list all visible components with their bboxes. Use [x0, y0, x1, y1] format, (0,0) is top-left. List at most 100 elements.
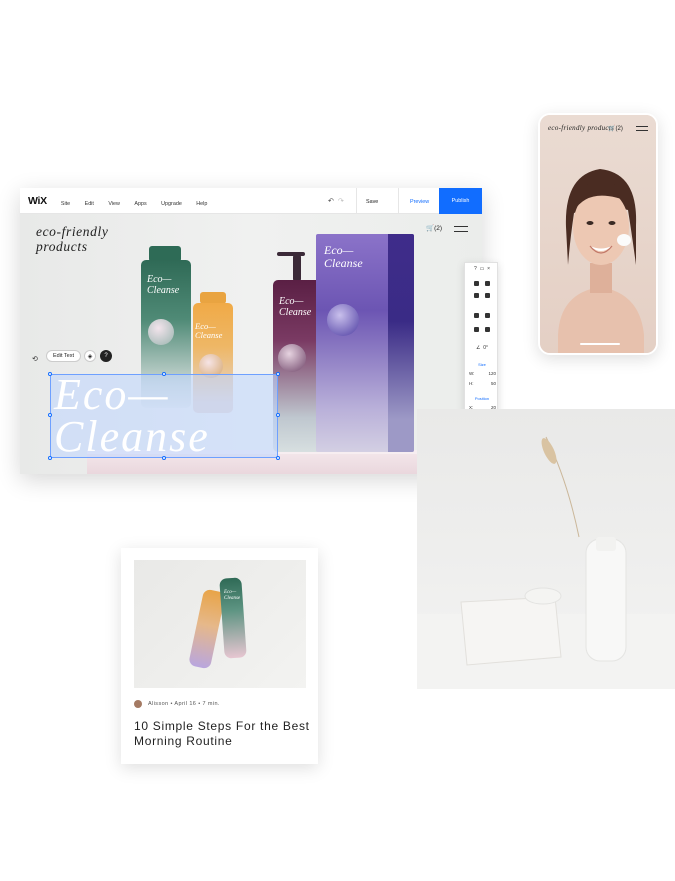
label-line2: Cleanse	[147, 285, 180, 296]
close-icon[interactable]: ×	[487, 266, 490, 272]
vase-illustration	[417, 436, 675, 689]
position-label: Position	[474, 396, 490, 401]
publish-label: Publish	[451, 198, 470, 204]
label-line1: Eco—	[147, 274, 172, 285]
distribute-icon[interactable]	[485, 327, 490, 332]
publish-button[interactable]: Publish	[439, 188, 482, 214]
purple-bottle-label: Eco— Cleanse	[279, 296, 311, 318]
inspector-panel: ? ▭ × ∠ 0° Size W: 120 H: 50 Position X: 20…	[464, 262, 498, 427]
arrange-icon[interactable]	[474, 313, 479, 318]
width-label: W:	[469, 371, 475, 376]
box-orb	[327, 304, 359, 336]
menu-upgrade[interactable]: Upgrade	[161, 201, 182, 207]
site-title[interactable]: eco-friendly products	[36, 224, 156, 254]
help-icon[interactable]: ?	[474, 266, 477, 272]
delete-icon[interactable]	[485, 293, 490, 298]
box-label: Eco— Cleanse	[324, 244, 363, 270]
inspector-tools-row-4	[465, 327, 499, 334]
inspector-tools-row-2	[465, 293, 499, 300]
home-indicator	[580, 343, 620, 345]
width-value: 120	[488, 371, 496, 376]
cart-icon: 🛒	[426, 225, 435, 232]
help-button[interactable]: ?	[100, 350, 112, 362]
wix-editor-window: WiX Site Edit View Apps Upgrade Help ↶ ↷…	[20, 188, 482, 474]
align-icon[interactable]	[474, 327, 479, 332]
post-read-time: 7 min.	[202, 701, 220, 707]
author-avatar[interactable]	[134, 700, 142, 708]
post-meta: Alisson • April 16 • 7 min.	[148, 701, 220, 707]
redo-icon[interactable]: ↷	[338, 197, 344, 205]
product-box-side	[388, 234, 414, 452]
label-line2: Cleanse	[279, 307, 312, 318]
resize-handle[interactable]	[48, 372, 52, 376]
label-line2: Cleanse	[324, 256, 363, 270]
divider	[398, 188, 399, 214]
pump-stem	[293, 254, 301, 282]
copy-icon[interactable]	[474, 281, 479, 286]
height-label: H:	[469, 381, 474, 386]
hero-text-eco-cleanse[interactable]: Eco— Cleanse	[54, 370, 210, 461]
mobile-site-title[interactable]: eco-friendly products	[548, 124, 614, 132]
height-field[interactable]: H: 50	[469, 381, 496, 386]
mobile-cart-button[interactable]: 🛒(2)	[608, 125, 623, 132]
resize-handle[interactable]	[276, 456, 280, 460]
menu-apps[interactable]: Apps	[134, 201, 146, 207]
paste-icon[interactable]	[485, 281, 490, 286]
mobile-preview: eco-friendly products 🛒(2)	[538, 113, 658, 355]
resize-handle[interactable]	[162, 372, 166, 376]
portrait-photo	[540, 115, 656, 353]
inspector-tools-row-1	[465, 281, 499, 288]
size-label: Size	[478, 362, 486, 367]
menu-site[interactable]: Site	[61, 201, 70, 207]
label-line1: Eco—	[324, 243, 354, 257]
divider	[356, 188, 357, 214]
blog-post-card[interactable]: Eco— Cleanse Alisson • April 16 • 7 min. …	[121, 548, 318, 764]
vase-photo	[417, 409, 675, 689]
hero-text-line2: Cleanse	[54, 412, 210, 461]
save-button[interactable]: Save	[366, 199, 378, 205]
angle-icon: ∠	[475, 345, 481, 351]
height-value: 50	[490, 381, 496, 386]
hamburger-menu-icon[interactable]	[454, 226, 468, 232]
hero-text-line1: Eco—	[54, 370, 170, 419]
green-bottle-orb	[148, 319, 174, 345]
cart-button[interactable]: 🛒(2)	[426, 224, 442, 232]
mobile-hamburger-icon[interactable]	[636, 126, 648, 131]
rotate-icon[interactable]: ⟲	[32, 355, 38, 363]
resize-handle[interactable]	[276, 372, 280, 376]
editor-menu: Site Edit View Apps Upgrade Help	[61, 192, 218, 210]
purple-bottle-orb	[278, 344, 306, 372]
inspector-header: ? ▭ ×	[465, 266, 499, 272]
resize-handle[interactable]	[48, 456, 52, 460]
animation-icon[interactable]: ◈	[84, 350, 96, 362]
inspector-rotation: ∠ 0°	[465, 345, 499, 351]
inspector-tools-row-3	[465, 313, 499, 320]
editor-top-bar: WiX Site Edit View Apps Upgrade Help ↶ ↷…	[20, 188, 482, 214]
label-line2: Cleanse	[195, 330, 223, 340]
edit-text-button[interactable]: Edit Text	[46, 350, 81, 362]
width-field[interactable]: W: 120	[469, 371, 496, 376]
orange-bottle-label: Eco— Cleanse	[195, 322, 222, 340]
menu-help[interactable]: Help	[196, 201, 207, 207]
layers-icon[interactable]	[485, 313, 490, 318]
duplicate-icon[interactable]	[474, 293, 479, 298]
resize-handle[interactable]	[276, 413, 280, 417]
photo-bottle-label: Eco— Cleanse	[224, 590, 240, 602]
blog-post-title[interactable]: 10 Simple Steps For the Best Morning Rou…	[134, 719, 312, 749]
stage: WiX Site Edit View Apps Upgrade Help ↶ ↷…	[0, 0, 675, 881]
mobile-cart-count: (2)	[615, 126, 623, 132]
undo-icon[interactable]: ↶	[328, 197, 334, 205]
post-date: April 16	[174, 701, 197, 707]
resize-handle[interactable]	[48, 413, 52, 417]
preview-button[interactable]: Preview	[410, 199, 429, 205]
dock-icon[interactable]: ▭	[480, 266, 485, 272]
editor-canvas[interactable]: eco-friendly products 🛒(2) Eco— Cleanse E…	[20, 214, 482, 474]
angle-value[interactable]: 0°	[483, 345, 488, 351]
wix-logo: WiX	[28, 194, 47, 207]
resize-handle[interactable]	[162, 456, 166, 460]
menu-edit[interactable]: Edit	[85, 201, 94, 207]
post-author[interactable]: Alisson	[148, 701, 169, 707]
blog-post-image[interactable]: Eco— Cleanse	[134, 560, 306, 688]
menu-view[interactable]: View	[108, 201, 120, 207]
label-line1: Eco—	[279, 296, 304, 307]
